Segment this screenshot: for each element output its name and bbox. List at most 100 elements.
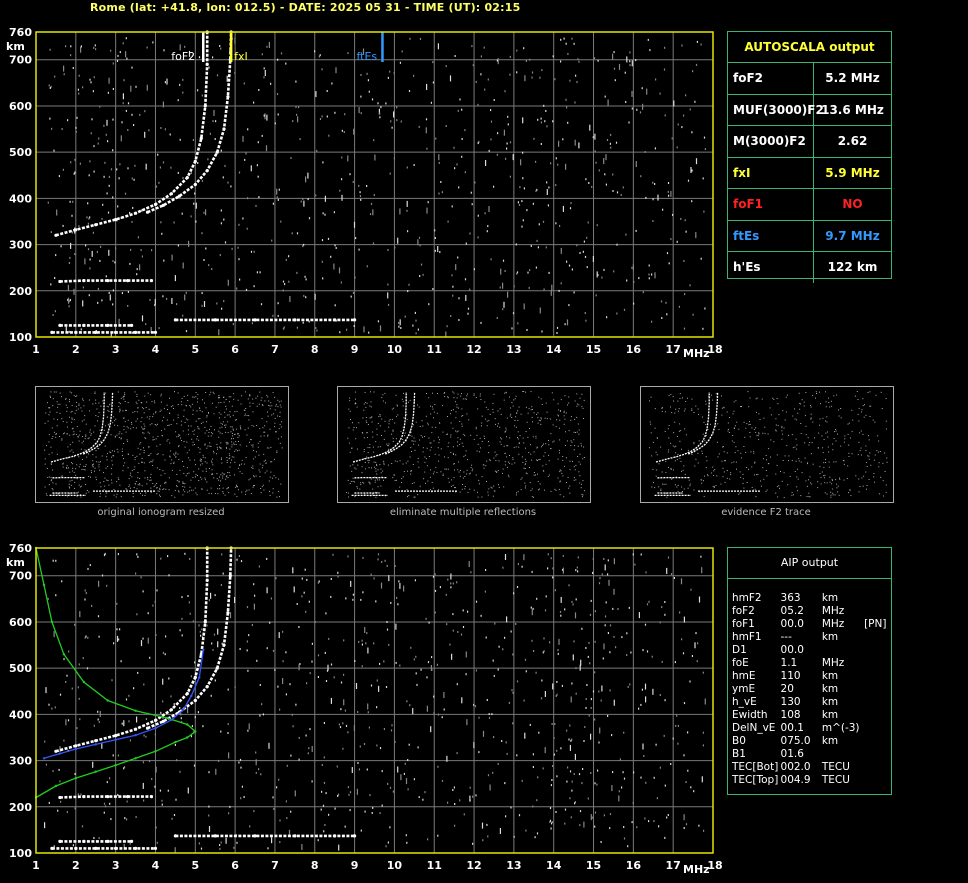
data-point xyxy=(58,752,62,755)
x-tick-label: 2 xyxy=(72,859,80,872)
autoscala-panel: AUTOSCALA output foF2 5.2 MHz MUF(3000)F2 1… xyxy=(727,31,892,283)
ionogram-chart: foF2 fxI ftEs1 2 3 4 5 6 7 8 9 10 11 12 13 14 15 16 17 18MH… xyxy=(6,26,723,360)
x-axis-label: MHz xyxy=(683,347,710,360)
x-tick-label: 7 xyxy=(271,859,279,872)
aip-flag: [PN] xyxy=(864,618,887,630)
data-point xyxy=(177,194,181,198)
data-point xyxy=(213,318,217,322)
data-point xyxy=(202,648,205,651)
data-point xyxy=(134,846,138,850)
trace-line xyxy=(59,795,152,799)
x-tick-label: 13 xyxy=(506,859,521,872)
aip-value: 363 xyxy=(780,592,801,604)
data-point xyxy=(130,839,134,843)
data-point xyxy=(74,744,78,748)
x-tick-label: 12 xyxy=(466,343,481,356)
data-point xyxy=(293,834,297,838)
aip-param: hmF2 xyxy=(732,592,762,604)
autoscala-label: foF2 xyxy=(728,63,814,94)
data-point xyxy=(199,136,203,140)
aip-value: 00.1 xyxy=(780,722,804,734)
aip-unit: m^(-3) xyxy=(821,722,860,734)
thumbnail-caption: original ionogram resized xyxy=(97,507,225,518)
x-tick-label: 16 xyxy=(626,859,642,872)
data-point xyxy=(253,318,257,322)
data-point xyxy=(94,330,98,334)
data-point xyxy=(74,846,78,850)
aip-value: 110 xyxy=(780,670,801,682)
data-point xyxy=(94,739,98,743)
marker-label: fxI xyxy=(234,50,248,63)
marker-label: foF2 xyxy=(171,50,195,63)
autoscala-row: foF2 5.2 MHz xyxy=(728,63,891,95)
aip-value: 130 xyxy=(780,696,801,708)
data-point xyxy=(153,846,158,850)
data-point xyxy=(153,202,158,206)
data-point xyxy=(205,685,209,689)
data-point xyxy=(203,620,207,624)
data-point xyxy=(353,834,357,838)
data-point xyxy=(186,723,189,726)
x-tick-label: 8 xyxy=(311,343,319,356)
x-tick-label: 5 xyxy=(191,343,199,356)
data-point xyxy=(193,159,197,163)
aip-param: B0 xyxy=(732,735,746,747)
y-tick-label: 100 xyxy=(9,847,32,860)
aip-flag xyxy=(864,683,891,696)
aip-param: foE xyxy=(732,657,749,669)
aip-value: 20 xyxy=(780,683,794,695)
x-tick-label: 15 xyxy=(586,859,601,872)
data-point xyxy=(114,764,117,767)
aip-flag xyxy=(864,774,891,787)
data-point xyxy=(130,323,134,327)
aip-param: foF2 xyxy=(732,605,755,617)
data-point xyxy=(134,211,138,215)
data-point xyxy=(58,323,62,327)
aip-value: 004.9 xyxy=(780,774,811,786)
data-point xyxy=(169,708,173,712)
aip-profile-chart: 1 2 3 4 5 6 7 8 9 10 11 12 13 14 15 16 17 18MHz1002003004… xyxy=(6,542,723,876)
noise-speckles xyxy=(47,37,706,338)
data-point xyxy=(213,834,217,838)
aip-row: hmE 110 km xyxy=(732,670,891,683)
y-tick-label: 200 xyxy=(9,285,32,298)
data-point xyxy=(205,169,209,173)
data-point xyxy=(42,583,46,587)
data-point xyxy=(185,692,189,696)
x-tick-label: 7 xyxy=(271,343,279,356)
autoscala-row: MUF(3000)F2 13.6 MHz xyxy=(728,94,891,126)
data-point xyxy=(114,846,118,850)
data-point xyxy=(106,839,110,843)
data-point xyxy=(161,719,165,723)
aip-unit: km xyxy=(821,670,839,682)
aip-flag xyxy=(864,709,891,722)
autoscala-value: NO xyxy=(842,197,863,211)
autoscala-row: ftEs 9.7 MHz xyxy=(728,220,891,252)
aip-param: TEC[Top] xyxy=(732,774,779,786)
data-point xyxy=(94,743,97,746)
data-point xyxy=(62,653,66,656)
data-point xyxy=(198,676,201,679)
x-tick-label: 4 xyxy=(152,859,160,872)
data-point xyxy=(54,784,58,788)
x-tick-label: 17 xyxy=(666,859,681,872)
data-point xyxy=(185,176,189,180)
data-point xyxy=(149,795,154,799)
data-point xyxy=(114,734,118,738)
aip-unit: TECU xyxy=(821,761,850,773)
marker-label: ftEs xyxy=(356,50,377,63)
trace-line xyxy=(55,548,209,753)
data-point xyxy=(58,279,62,284)
data-point xyxy=(333,834,337,838)
thumbnail-evidence-f2 xyxy=(640,386,894,503)
data-point xyxy=(74,776,78,780)
aip-unit: TECU xyxy=(821,774,850,786)
data-point xyxy=(50,846,54,850)
aip-param: D1 xyxy=(732,644,747,656)
thumbnail-original xyxy=(35,386,289,503)
data-point xyxy=(106,323,110,327)
x-tick-label: 14 xyxy=(546,343,562,356)
data-point xyxy=(173,834,177,838)
data-point xyxy=(134,757,137,760)
aip-value: 075.0 xyxy=(780,735,811,747)
